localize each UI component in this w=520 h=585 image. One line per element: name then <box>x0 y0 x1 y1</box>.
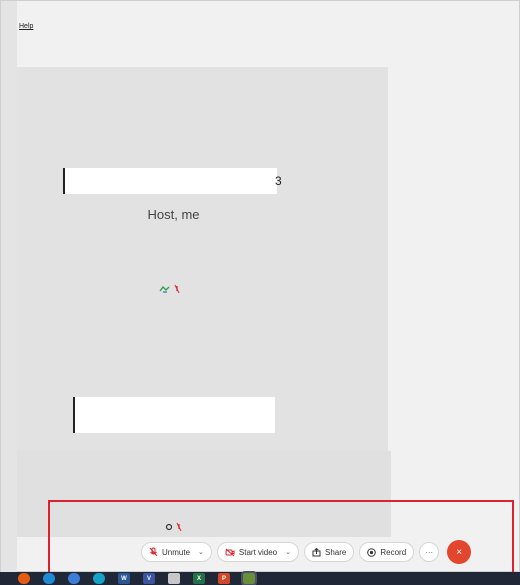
visio-icon[interactable]: V <box>143 573 155 584</box>
share-icon <box>312 547 321 556</box>
eraser-icon[interactable] <box>168 573 180 584</box>
record-label: Record <box>380 547 407 557</box>
firefox-icon[interactable] <box>18 573 30 584</box>
taskbar: WVXP <box>0 571 520 585</box>
edge-icon[interactable] <box>43 573 55 584</box>
chevron-down-icon[interactable]: ⌄ <box>285 548 291 556</box>
self-view-mic-icon <box>165 522 182 532</box>
share-button[interactable]: Share <box>304 542 355 562</box>
browser-icon[interactable] <box>68 573 80 584</box>
more-options-button[interactable]: ··· <box>419 542 440 562</box>
app-icon[interactable] <box>241 571 257 585</box>
share-label: Share <box>325 547 347 557</box>
webex-icon[interactable] <box>93 573 105 584</box>
redacted-name-box <box>63 168 277 194</box>
unmute-label: Unmute <box>162 547 191 557</box>
chevron-down-icon[interactable]: ⌄ <box>198 548 204 556</box>
meeting-window: Help 3 Host, me Unmute ⌄ Start video ⌄ S… <box>0 0 520 573</box>
excel-icon[interactable]: X <box>193 573 205 584</box>
word-icon[interactable]: W <box>118 573 130 584</box>
powerpoint-icon[interactable]: P <box>218 573 230 584</box>
video-stage-lower <box>17 451 391 537</box>
video-off-icon <box>225 548 235 556</box>
unmute-button[interactable]: Unmute ⌄ <box>141 542 212 562</box>
window-left-edge <box>1 1 17 573</box>
redacted-name-box-lower <box>73 397 275 433</box>
record-button[interactable]: Record <box>359 542 415 562</box>
muted-mic-icon <box>149 547 158 557</box>
end-meeting-button[interactable]: × <box>447 540 472 564</box>
record-icon <box>367 547 377 557</box>
start-video-label: Start video <box>238 547 278 557</box>
start-video-button[interactable]: Start video ⌄ <box>216 542 300 562</box>
redaction-mark: 3 <box>275 174 282 188</box>
muted-mic-status-icon <box>159 284 180 294</box>
meeting-controls-bar: Unmute ⌄ Start video ⌄ Share Record ··· … <box>141 540 472 564</box>
participant-name-label: Host, me <box>147 207 200 222</box>
help-menu[interactable]: Help <box>19 23 33 30</box>
